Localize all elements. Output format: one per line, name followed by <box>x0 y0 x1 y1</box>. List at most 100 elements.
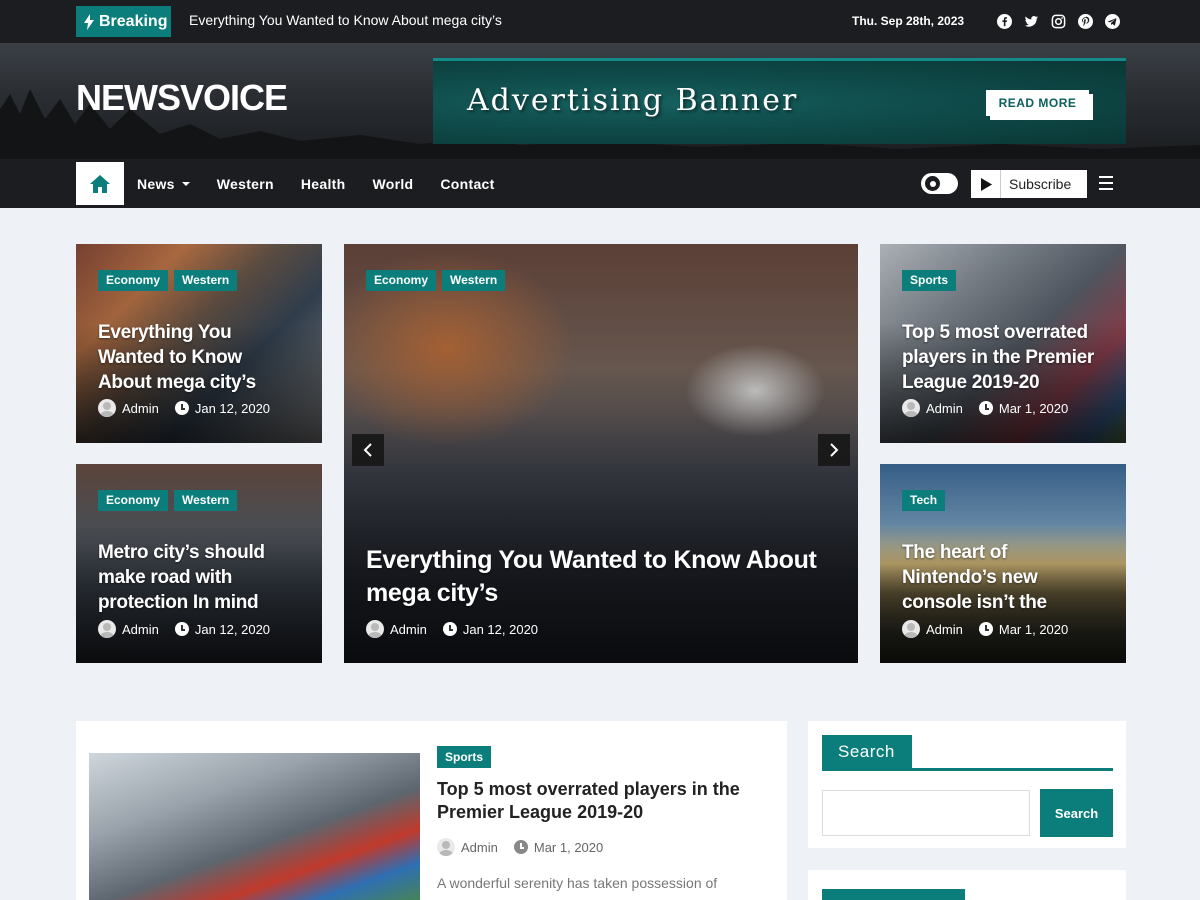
dark-mode-toggle[interactable] <box>921 173 958 194</box>
slider-next-button[interactable] <box>818 434 850 466</box>
tag-economy[interactable]: Economy <box>366 270 437 291</box>
nav-item-label: Western <box>216 175 274 192</box>
author-name[interactable]: Admin <box>461 840 498 855</box>
card-meta: Admin Jan 12, 2020 <box>366 620 538 638</box>
clock-icon <box>978 622 993 636</box>
search-button[interactable]: Search <box>1040 789 1113 837</box>
tag-economy[interactable]: Economy <box>98 490 169 511</box>
avatar <box>902 399 920 417</box>
nav-item-news[interactable]: News <box>137 176 190 192</box>
pinterest-icon[interactable] <box>1077 13 1093 29</box>
breaking-badge: Breaking <box>76 6 171 37</box>
tag-list: Sports <box>437 746 492 768</box>
nav-item-western[interactable]: Western <box>217 176 274 192</box>
hamburger-menu-icon[interactable] <box>1099 176 1113 190</box>
post-date: Jan 12, 2020 <box>194 400 271 416</box>
featured-card-top-right[interactable]: Sports Top 5 most overrated players in t… <box>880 244 1126 443</box>
breaking-label: Breaking <box>99 12 168 30</box>
home-icon <box>90 174 110 193</box>
featured-card-top-left[interactable]: Economy Western Everything You Wanted to… <box>76 244 322 443</box>
author-name[interactable]: Admin <box>122 622 159 637</box>
card-meta: Admin Jan 12, 2020 <box>98 399 270 417</box>
tag-tech[interactable]: Tech <box>902 490 946 511</box>
nav-item-label: News <box>137 175 175 192</box>
tag-list: Economy Western <box>98 490 238 511</box>
advertising-banner[interactable]: Advertising Banner READ MORE <box>433 58 1126 144</box>
tag-western[interactable]: Western <box>174 270 238 291</box>
featured-card-bottom-right[interactable]: Tech The heart of Nintendo’s new console… <box>880 464 1126 663</box>
tag-sports[interactable]: Sports <box>902 270 957 291</box>
avatar <box>98 399 116 417</box>
breaking-news-link[interactable]: Everything You Wanted to Know About mega… <box>189 12 502 28</box>
next-widget <box>808 870 1126 900</box>
post-date: Jan 12, 2020 <box>194 621 271 637</box>
card-title[interactable]: Metro city’s should make road with prote… <box>98 540 298 615</box>
home-button[interactable] <box>76 162 124 205</box>
caret-down-icon <box>181 181 190 186</box>
nav-item-world[interactable]: World <box>372 176 413 192</box>
post-thumbnail[interactable] <box>89 753 420 900</box>
clock-icon <box>513 840 528 854</box>
author-name[interactable]: Admin <box>122 401 159 416</box>
social-links <box>996 13 1120 29</box>
tag-western[interactable]: Western <box>442 270 506 291</box>
nav-item-label: Health <box>300 175 346 192</box>
avatar <box>98 620 116 638</box>
tag-economy[interactable]: Economy <box>98 270 169 291</box>
facebook-icon[interactable] <box>996 13 1012 29</box>
twitter-icon[interactable] <box>1023 13 1039 29</box>
site-header: NEWSVOICE Advertising Banner READ MORE <box>0 43 1200 159</box>
lightning-icon <box>84 13 94 30</box>
current-date: Thu. Sep 28th, 2023 <box>852 14 965 28</box>
search-input[interactable] <box>822 790 1030 836</box>
tag-list: Tech <box>902 490 946 511</box>
nav-item-label: World <box>372 175 414 192</box>
author-name[interactable]: Admin <box>926 622 963 637</box>
post-date: Mar 1, 2020 <box>998 400 1069 416</box>
main-navigation: News Western Health World Contact Subscr… <box>0 159 1200 208</box>
author-name[interactable]: Admin <box>390 622 427 637</box>
clock-icon <box>174 622 189 636</box>
tag-sports[interactable]: Sports <box>437 746 492 768</box>
card-meta: Admin Mar 1, 2020 <box>902 620 1068 638</box>
slider-prev-button[interactable] <box>352 434 384 466</box>
featured-slider[interactable]: Economy Western Everything You Wanted to… <box>344 244 858 663</box>
card-title[interactable]: The heart of Nintendo’s new console isn’… <box>902 540 1082 615</box>
widget-title: Search <box>822 735 912 768</box>
search-widget: Search Search <box>808 721 1126 848</box>
card-meta: Admin Jan 12, 2020 <box>98 620 270 638</box>
site-logo[interactable]: NEWSVOICE <box>76 77 288 119</box>
avatar <box>366 620 384 638</box>
post-list-item: Sports Top 5 most overrated players in t… <box>76 721 787 900</box>
post-date: Mar 1, 2020 <box>998 621 1069 637</box>
slider-title[interactable]: Everything You Wanted to Know About mega… <box>366 544 836 610</box>
clock-icon <box>442 622 457 636</box>
ad-title: Advertising Banner <box>467 83 799 118</box>
widget-header: Search <box>822 735 1113 771</box>
author-name[interactable]: Admin <box>926 401 963 416</box>
card-title[interactable]: Everything You Wanted to Know About mega… <box>98 320 288 395</box>
chevron-left-icon <box>363 443 372 457</box>
card-title[interactable]: Top 5 most overrated players in the Prem… <box>902 320 1107 395</box>
avatar <box>902 620 920 638</box>
telegram-icon[interactable] <box>1104 13 1120 29</box>
tag-list: Sports <box>902 270 957 291</box>
post-meta: Admin Mar 1, 2020 <box>437 838 603 856</box>
featured-card-bottom-left[interactable]: Economy Western Metro city’s should make… <box>76 464 322 663</box>
nav-item-contact[interactable]: Contact <box>440 176 494 192</box>
post-title[interactable]: Top 5 most overrated players in the Prem… <box>437 778 767 824</box>
subscribe-button[interactable]: Subscribe <box>971 170 1087 198</box>
post-date: Mar 1, 2020 <box>533 839 604 855</box>
tag-western[interactable]: Western <box>174 490 238 511</box>
read-more-button[interactable]: READ MORE <box>986 90 1089 116</box>
instagram-icon[interactable] <box>1050 13 1066 29</box>
nav-item-health[interactable]: Health <box>301 176 346 192</box>
clock-icon <box>174 401 189 415</box>
post-excerpt: A wonderful serenity has taken possessio… <box>437 875 718 891</box>
nav-menu: News Western Health World Contact <box>137 159 522 208</box>
chevron-right-icon <box>830 443 839 457</box>
subscribe-label: Subscribe <box>1009 176 1072 192</box>
avatar <box>437 838 455 856</box>
tag-list: Economy Western <box>366 270 506 291</box>
top-bar: Breaking Everything You Wanted to Know A… <box>0 0 1200 43</box>
